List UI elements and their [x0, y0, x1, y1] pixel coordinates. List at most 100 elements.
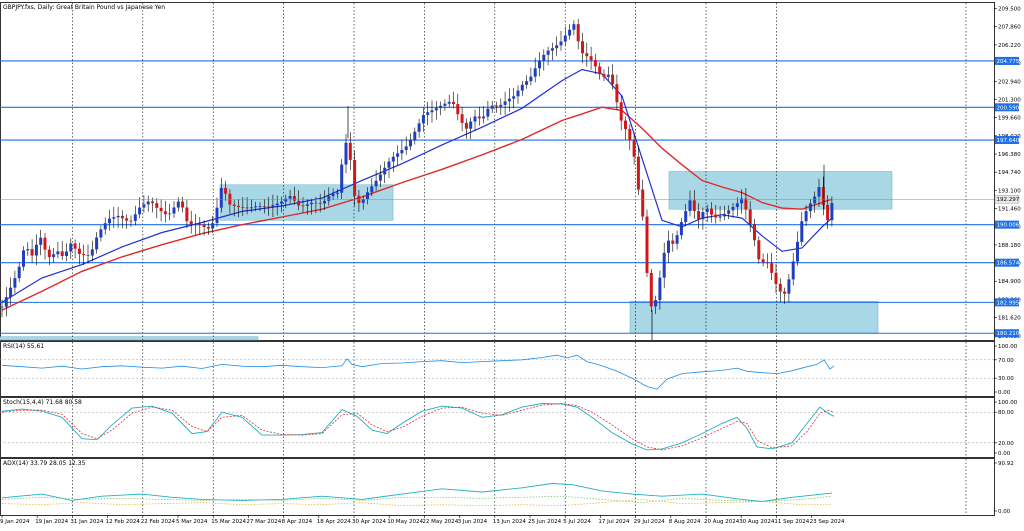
bearish-candle — [495, 105, 498, 107]
bearish-candle — [348, 142, 352, 160]
bearish-candle — [202, 224, 206, 227]
bullish-candle — [529, 76, 533, 82]
bearish-candle — [753, 223, 756, 241]
price-tick-label: 202.940 — [998, 79, 1021, 85]
bullish-candle — [387, 161, 391, 168]
bullish-candle — [95, 237, 99, 250]
supply-demand-zone — [219, 184, 394, 221]
bullish-candle — [34, 244, 38, 256]
bullish-candle — [735, 203, 739, 207]
bearish-candle — [765, 262, 769, 264]
bullish-candle — [731, 206, 735, 211]
bullish-candle — [133, 214, 137, 221]
bullish-candle — [791, 261, 795, 280]
bearish-candle — [761, 259, 765, 263]
bullish-candle — [654, 300, 658, 307]
bearish-candle — [636, 156, 640, 190]
bullish-candle — [305, 204, 309, 206]
date-tick-label: 23 Sep 2024 — [810, 519, 845, 525]
bearish-candle — [783, 291, 787, 294]
bullish-candle — [404, 146, 408, 150]
bullish-candle — [417, 123, 421, 132]
bullish-candle — [9, 287, 13, 298]
date-tick-label: 30 Apr 2024 — [352, 519, 387, 525]
date-tick-label: 8 Aug 2024 — [669, 519, 701, 525]
bullish-candle — [787, 279, 791, 294]
bearish-candle — [120, 215, 124, 219]
bullish-candle — [499, 104, 503, 107]
price-tick-label: 193.100 — [998, 188, 1021, 194]
bullish-candle — [138, 207, 142, 215]
date-tick-label: 17 Jul 2024 — [598, 519, 630, 525]
bullish-candle — [800, 221, 804, 242]
bullish-candle — [409, 140, 412, 147]
bullish-candle — [194, 223, 197, 225]
chart-canvas[interactable]: 209.500207.860206.220204.580202.940201.3… — [0, 0, 1024, 527]
stoch-scale-tick-label: 100.00 — [998, 400, 1018, 406]
bearish-candle — [585, 53, 589, 57]
date-tick-label: 12 Feb 2024 — [106, 519, 141, 525]
stoch-scale-tick-label: 20.00 — [998, 441, 1014, 447]
bearish-candle — [632, 140, 636, 157]
bullish-candle — [361, 199, 365, 203]
bullish-candle — [705, 208, 709, 213]
bearish-candle — [593, 60, 597, 67]
price-tick-label: 206.220 — [998, 43, 1021, 49]
bullish-candle — [572, 24, 576, 30]
bullish-candle — [808, 203, 812, 212]
bullish-candle — [288, 195, 292, 199]
bearish-candle — [748, 209, 752, 224]
bearish-candle — [826, 204, 830, 221]
bearish-candle — [460, 114, 464, 123]
level-price-tag-label: 190.006 — [997, 223, 1020, 229]
bullish-candle — [490, 105, 494, 109]
bullish-candle — [525, 81, 529, 85]
rsi-scale-tick-label: 30.00 — [998, 376, 1014, 382]
bullish-candle — [486, 108, 490, 117]
level-price-tag-label: 186.574 — [997, 261, 1020, 267]
bearish-candle — [744, 198, 748, 210]
supply-demand-zone — [668, 171, 893, 210]
date-tick-label: 9 Jan 2024 — [0, 519, 30, 525]
bullish-candle — [520, 84, 524, 91]
current-price-label: 192.297 — [997, 197, 1020, 203]
bullish-candle — [688, 200, 692, 212]
bearish-candle — [30, 249, 34, 256]
bearish-candle — [245, 207, 249, 209]
rsi-scale-tick-label: 0.00 — [998, 390, 1011, 396]
bullish-candle — [662, 252, 666, 278]
bearish-candle — [198, 223, 202, 225]
bearish-candle — [86, 255, 90, 256]
bearish-candle — [624, 120, 627, 129]
adx-scale-tick-label: 90.92 — [998, 461, 1014, 467]
bullish-candle — [563, 35, 567, 42]
bullish-candle — [443, 103, 447, 106]
bullish-candle — [606, 74, 610, 77]
bullish-candle — [512, 96, 516, 99]
price-tick-label: 199.660 — [998, 116, 1021, 122]
bullish-candle — [254, 206, 258, 208]
price-tick-label: 188.180 — [998, 243, 1021, 249]
bearish-candle — [589, 56, 593, 61]
stoch-scale-tick-label: 0.00 — [998, 451, 1011, 457]
bullish-candle — [340, 164, 344, 193]
bullish-candle — [99, 229, 103, 238]
bullish-candle — [331, 193, 335, 197]
bullish-candle — [430, 110, 434, 113]
chart-window[interactable]: 209.500207.860206.220204.580202.940201.3… — [0, 0, 1024, 527]
stoch-title: Stoch(15,4,4) 71.68 80.58 — [3, 399, 82, 406]
bearish-candle — [615, 84, 619, 103]
adx-scale-tick-label: 0.00 — [998, 509, 1011, 515]
level-price-tag-label: 180.210 — [997, 331, 1020, 337]
bearish-candle — [477, 116, 481, 119]
bullish-candle — [718, 216, 722, 218]
bearish-candle — [73, 243, 77, 249]
bearish-candle — [710, 208, 713, 215]
bullish-candle — [568, 29, 572, 36]
date-tick-label: 30 Aug 2024 — [739, 519, 775, 525]
bullish-candle — [249, 207, 253, 209]
bullish-candle — [335, 192, 339, 194]
bullish-candle — [103, 223, 107, 230]
adx-title: ADX(14) 33.79 28.05 12.35 — [3, 460, 86, 467]
bearish-candle — [774, 272, 778, 284]
